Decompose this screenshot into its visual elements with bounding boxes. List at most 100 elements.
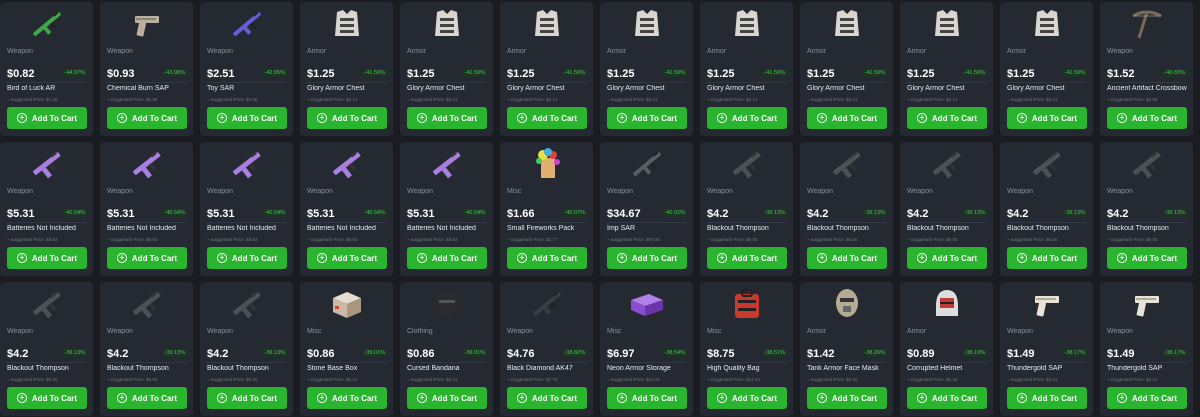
- trend-icon: ~: [507, 377, 510, 382]
- add-to-cart-button[interactable]: + Add To Cart: [7, 107, 87, 129]
- plus-circle-icon: +: [216, 113, 227, 123]
- add-to-cart-button[interactable]: + Add To Cart: [507, 387, 587, 409]
- item-card[interactable]: Weapon $4.2 -39.13% Blackout Thompson ~S…: [100, 282, 193, 416]
- item-card[interactable]: Armor $1.25 -41.59% Glory Armor Chest ~S…: [900, 2, 993, 136]
- item-card[interactable]: Weapon $4.2 -39.13% Blackout Thompson ~S…: [800, 142, 893, 276]
- add-to-cart-button[interactable]: + Add To Cart: [507, 107, 587, 129]
- item-card[interactable]: Armor $1.25 -41.59% Glory Armor Chest ~S…: [800, 2, 893, 136]
- add-to-cart-label: Add To Cart: [131, 393, 178, 403]
- suggested-price-text: Suggested Price: $2.56: [1110, 97, 1158, 102]
- item-card[interactable]: Armor $1.25 -41.59% Glory Armor Chest ~S…: [500, 2, 593, 136]
- add-to-cart-button[interactable]: + Add To Cart: [107, 107, 187, 129]
- add-to-cart-button[interactable]: + Add To Cart: [1007, 107, 1087, 129]
- trend-icon: ~: [1107, 97, 1110, 102]
- item-card[interactable]: Weapon $0.82 -44.97% Bird of Luck AR ~Su…: [0, 2, 93, 136]
- item-card[interactable]: Weapon $5.31 -40.54% Batteries Not Inclu…: [400, 142, 493, 276]
- add-to-cart-button[interactable]: + Add To Cart: [907, 107, 987, 129]
- item-card[interactable]: Clothing $0.86 -39.01% Cursed Bandana ~S…: [400, 282, 493, 416]
- add-to-cart-button[interactable]: + Add To Cart: [7, 387, 87, 409]
- add-to-cart-button[interactable]: + Add To Cart: [207, 107, 287, 129]
- discount-badge: -39.01%: [362, 349, 387, 357]
- item-card[interactable]: Weapon $5.31 -40.54% Batteries Not Inclu…: [100, 142, 193, 276]
- add-to-cart-button[interactable]: + Add To Cart: [707, 247, 787, 269]
- item-card[interactable]: Weapon $0.93 -43.98% Chemical Burn SAP ~…: [100, 2, 193, 136]
- add-to-cart-label: Add To Cart: [631, 393, 678, 403]
- suggested-price-text: Suggested Price: $2.14: [1010, 97, 1058, 102]
- suggested-price-text: Suggested Price: $2.14: [810, 97, 858, 102]
- item-card[interactable]: Weapon $4.2 -39.13% Blackout Thompson ~S…: [1000, 142, 1093, 276]
- add-to-cart-button[interactable]: + Add To Cart: [7, 247, 87, 269]
- add-to-cart-button[interactable]: + Add To Cart: [207, 247, 287, 269]
- add-to-cart-button[interactable]: + Add To Cart: [807, 387, 887, 409]
- trend-icon: ~: [1007, 377, 1010, 382]
- bandana-icon: [400, 282, 493, 326]
- add-to-cart-button[interactable]: + Add To Cart: [1107, 107, 1187, 129]
- suggested-price-text: Suggested Price: $8.93: [410, 237, 458, 242]
- item-card[interactable]: Weapon $2.51 -42.95% Toy SAR ~Suggested …: [200, 2, 293, 136]
- divider: [107, 82, 187, 83]
- suggested-price: ~Suggested Price: $2.14: [1007, 97, 1057, 102]
- suggested-price: ~Suggested Price: $14.23: [707, 377, 760, 382]
- add-to-cart-button[interactable]: + Add To Cart: [207, 387, 287, 409]
- item-card[interactable]: Weapon $4.2 -39.13% Blackout Thompson ~S…: [700, 142, 793, 276]
- item-card[interactable]: Misc $1.66 -40.07% Small Fireworks Pack …: [500, 142, 593, 276]
- item-card[interactable]: Armor $1.25 -41.59% Glory Armor Chest ~S…: [400, 2, 493, 136]
- item-card[interactable]: Misc $0.86 -39.01% Stone Base Box ~Sugge…: [300, 282, 393, 416]
- item-card[interactable]: Weapon $4.2 -39.13% Blackout Thompson ~S…: [1100, 142, 1193, 276]
- add-to-cart-button[interactable]: + Add To Cart: [1107, 387, 1187, 409]
- item-card[interactable]: Armor $1.42 -38.26% Tank Armor Face Mask…: [800, 282, 893, 416]
- plus-circle-icon: +: [216, 393, 227, 403]
- add-to-cart-button[interactable]: + Add To Cart: [1007, 247, 1087, 269]
- item-card[interactable]: Weapon $5.31 -40.54% Batteries Not Inclu…: [200, 142, 293, 276]
- suggested-price: ~Suggested Price: $2.56: [1107, 97, 1157, 102]
- plus-circle-icon: +: [216, 253, 227, 263]
- item-card[interactable]: Weapon $4.76 -38.82% Black Diamond AK47 …: [500, 282, 593, 416]
- add-to-cart-button[interactable]: + Add To Cart: [507, 247, 587, 269]
- add-to-cart-button[interactable]: + Add To Cart: [607, 247, 687, 269]
- add-to-cart-button[interactable]: + Add To Cart: [407, 387, 487, 409]
- add-to-cart-button[interactable]: + Add To Cart: [1007, 387, 1087, 409]
- item-card[interactable]: Armor $1.25 -41.59% Glory Armor Chest ~S…: [600, 2, 693, 136]
- smg-icon: [900, 142, 993, 186]
- add-to-cart-button[interactable]: + Add To Cart: [307, 387, 387, 409]
- suggested-price-text: Suggested Price: $1.44: [910, 377, 958, 382]
- item-card[interactable]: Weapon $4.2 -39.13% Blackout Thompson ~S…: [0, 282, 93, 416]
- add-to-cart-button[interactable]: + Add To Cart: [707, 107, 787, 129]
- add-to-cart-button[interactable]: + Add To Cart: [807, 247, 887, 269]
- item-card[interactable]: Weapon $1.49 -38.17% Thundergold SAP ~Su…: [1000, 282, 1093, 416]
- add-to-cart-button[interactable]: + Add To Cart: [607, 387, 687, 409]
- suggested-price-text: Suggested Price: $8.93: [110, 237, 158, 242]
- item-card[interactable]: Armor $0.89 -38.19% Corrupted Helmet ~Su…: [900, 282, 993, 416]
- item-card[interactable]: Misc $6.97 -38.54% Neon Armor Storage ~S…: [600, 282, 693, 416]
- add-to-cart-button[interactable]: + Add To Cart: [907, 247, 987, 269]
- discount-badge: -41.59%: [562, 69, 587, 77]
- add-to-cart-button[interactable]: + Add To Cart: [407, 247, 487, 269]
- item-card[interactable]: Weapon $5.31 -40.54% Batteries Not Inclu…: [0, 142, 93, 276]
- item-card[interactable]: Armor $1.25 -41.59% Glory Armor Chest ~S…: [300, 2, 393, 136]
- plus-circle-icon: +: [716, 253, 727, 263]
- item-card[interactable]: Weapon $1.49 -38.17% Thundergold SAP ~Su…: [1100, 282, 1193, 416]
- add-to-cart-button[interactable]: + Add To Cart: [1107, 247, 1187, 269]
- discount-badge: -38.19%: [962, 349, 987, 357]
- add-to-cart-button[interactable]: + Add To Cart: [307, 247, 387, 269]
- add-to-cart-label: Add To Cart: [831, 253, 878, 263]
- suggested-price: ~Suggested Price: $2.14: [307, 97, 357, 102]
- suggested-price-text: Suggested Price: $1.41: [410, 377, 458, 382]
- add-to-cart-button[interactable]: + Add To Cart: [607, 107, 687, 129]
- item-card[interactable]: Weapon $5.31 -40.54% Batteries Not Inclu…: [300, 142, 393, 276]
- item-card[interactable]: Misc $8.75 -38.51% High Quality Bag ~Sug…: [700, 282, 793, 416]
- add-to-cart-button[interactable]: + Add To Cart: [807, 107, 887, 129]
- item-card[interactable]: Armor $1.25 -41.59% Glory Armor Chest ~S…: [700, 2, 793, 136]
- add-to-cart-button[interactable]: + Add To Cart: [407, 107, 487, 129]
- item-card[interactable]: Weapon $4.2 -39.13% Blackout Thompson ~S…: [900, 142, 993, 276]
- item-card[interactable]: Weapon $4.2 -39.13% Blackout Thompson ~S…: [200, 282, 293, 416]
- add-to-cart-button[interactable]: + Add To Cart: [107, 247, 187, 269]
- item-card[interactable]: Armor $1.25 -41.59% Glory Armor Chest ~S…: [1000, 2, 1093, 136]
- item-card[interactable]: Weapon $1.52 -40.83% Ancient Artifact Cr…: [1100, 2, 1193, 136]
- add-to-cart-button[interactable]: + Add To Cart: [707, 387, 787, 409]
- add-to-cart-button[interactable]: + Add To Cart: [907, 387, 987, 409]
- add-to-cart-button[interactable]: + Add To Cart: [307, 107, 387, 129]
- item-card[interactable]: Weapon $34.67 -40.02% Imp SAR ~Suggested…: [600, 142, 693, 276]
- add-to-cart-button[interactable]: + Add To Cart: [107, 387, 187, 409]
- suggested-price: ~Suggested Price: $2.14: [807, 97, 857, 102]
